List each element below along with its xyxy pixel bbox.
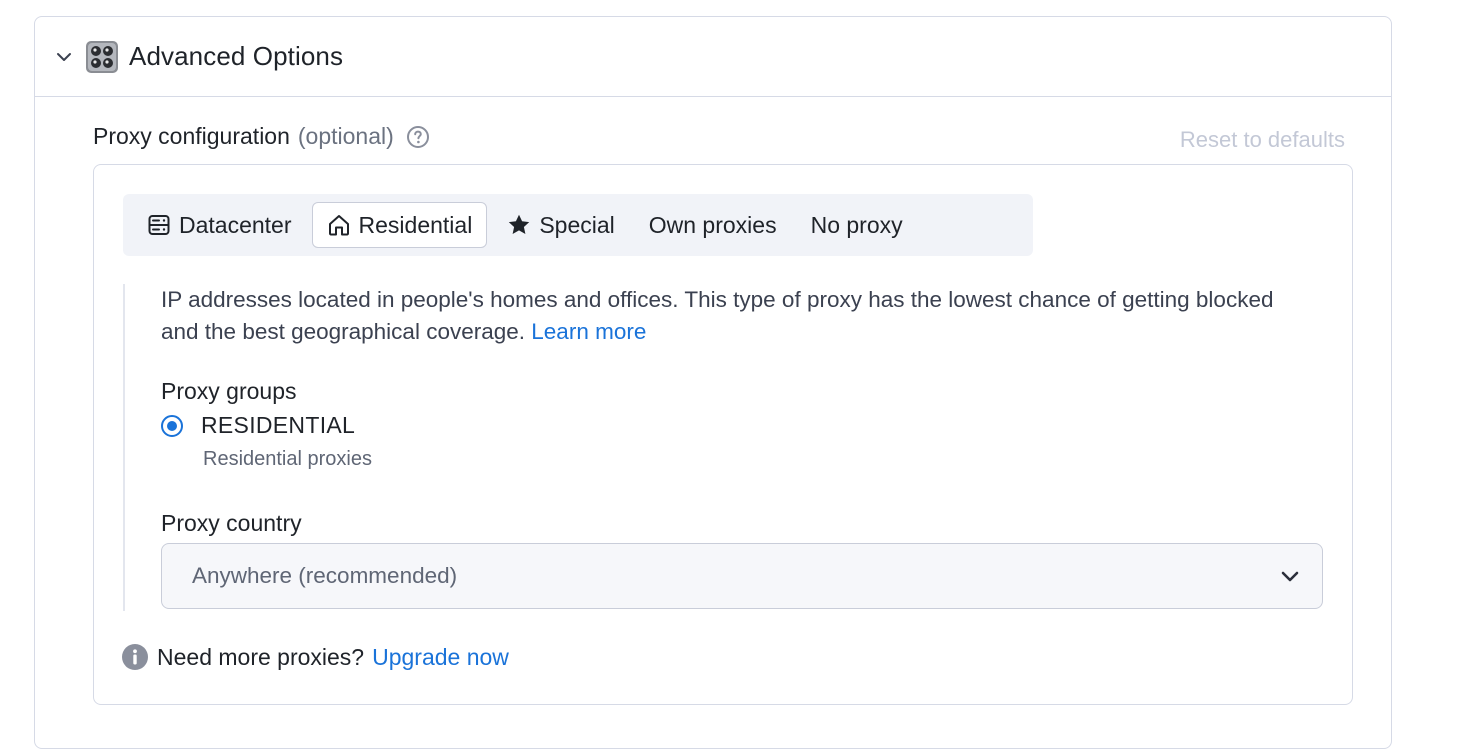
tab-residential-label: Residential xyxy=(358,211,473,238)
radio-selected-dot xyxy=(167,420,177,431)
tab-special-label: Special xyxy=(539,211,615,238)
proxy-group-name: RESIDENTIAL xyxy=(201,412,356,438)
chevron-down-icon[interactable] xyxy=(53,46,75,68)
need-more-proxies-row: Need more proxies? Upgrade now xyxy=(121,643,509,671)
tab-own-proxies-label: Own proxies xyxy=(648,211,777,238)
proxy-configuration-label-row: Proxy configuration (optional) xyxy=(93,123,430,150)
residential-description: IP addresses located in people's homes a… xyxy=(161,284,1281,348)
robot-grid-icon xyxy=(86,40,118,73)
proxy-group-description: Residential proxies xyxy=(203,448,372,470)
info-icon xyxy=(122,644,148,670)
advanced-options-panel: Advanced Options Proxy configuration (op… xyxy=(34,16,1392,749)
residential-description-text: IP addresses located in people's homes a… xyxy=(161,287,1274,344)
proxy-configuration-label: Proxy configuration xyxy=(93,123,290,149)
tab-no-proxy[interactable]: No proxy xyxy=(797,202,917,248)
server-icon xyxy=(148,215,170,235)
proxy-group-option-residential[interactable]: RESIDENTIAL xyxy=(161,412,355,439)
proxy-country-value: Anywhere (recommended) xyxy=(192,563,458,588)
tab-datacenter[interactable]: Datacenter xyxy=(133,202,306,248)
tab-datacenter-label: Datacenter xyxy=(179,211,292,238)
reset-to-defaults-button[interactable]: Reset to defaults xyxy=(1180,127,1345,153)
advanced-options-title: Advanced Options xyxy=(129,41,344,71)
learn-more-link[interactable]: Learn more xyxy=(531,319,646,344)
proxy-configuration-box: Datacenter Residential Special Own proxi… xyxy=(93,164,1353,705)
help-circle-icon[interactable] xyxy=(406,125,430,149)
star-icon xyxy=(509,214,530,234)
residential-tab-content: IP addresses located in people's homes a… xyxy=(123,284,1323,611)
tab-residential[interactable]: Residential xyxy=(311,202,488,248)
tab-special[interactable]: Special xyxy=(493,202,628,248)
proxy-country-label: Proxy country xyxy=(161,510,302,536)
chevron-down-icon xyxy=(1281,571,1299,582)
tab-own-proxies[interactable]: Own proxies xyxy=(635,202,791,248)
need-more-proxies-text: Need more proxies? xyxy=(157,643,365,670)
tab-no-proxy-label: No proxy xyxy=(810,211,903,238)
proxy-group-radio[interactable] xyxy=(161,414,183,437)
proxy-groups-label: Proxy groups xyxy=(161,378,297,404)
home-icon xyxy=(328,215,349,236)
advanced-options-header[interactable]: Advanced Options xyxy=(35,17,1391,97)
optional-label: (optional) xyxy=(297,123,394,149)
proxy-country-select[interactable]: Anywhere (recommended) xyxy=(161,543,1323,609)
proxy-type-tabs: Datacenter Residential Special Own proxi… xyxy=(123,194,1033,256)
upgrade-now-link[interactable]: Upgrade now xyxy=(372,644,509,671)
